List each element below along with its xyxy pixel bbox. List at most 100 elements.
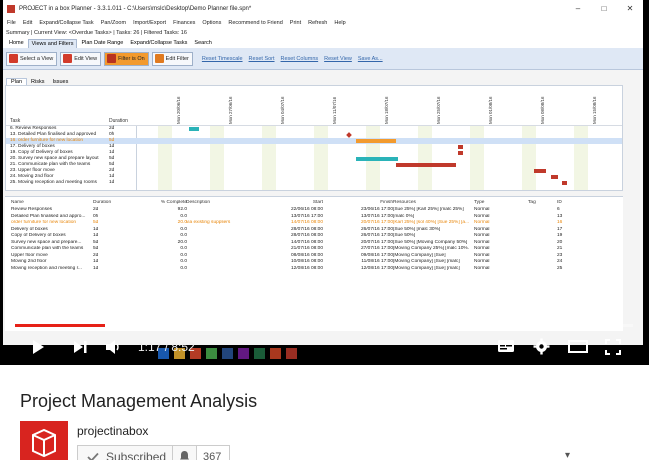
video-progress-bar[interactable] xyxy=(15,324,633,327)
menu-file[interactable]: File xyxy=(7,20,16,26)
col-name-header[interactable]: Name xyxy=(11,200,91,205)
gantt-date-label: Mon 27/06/16 xyxy=(228,96,233,124)
col-duration-header[interactable]: Duration xyxy=(93,200,123,205)
save-as-link[interactable]: Save As... xyxy=(358,56,383,62)
gantt-bar[interactable] xyxy=(458,145,463,149)
col-tag-header[interactable]: Tag xyxy=(528,200,548,205)
theater-mode-icon[interactable] xyxy=(568,340,588,353)
start-cell: 13/07/16 17:00 xyxy=(290,213,323,219)
minimize-icon[interactable]: – xyxy=(565,4,591,13)
resources-cell: [Sue 50%] [malc 30%] xyxy=(393,226,441,232)
tab-plan[interactable]: Plan xyxy=(6,78,28,85)
menu-pan-zoom[interactable]: Pan/Zoom xyxy=(101,20,126,26)
menu-recommend[interactable]: Recommend to Friend xyxy=(228,20,282,26)
menu-options[interactable]: Options xyxy=(202,20,221,26)
col-id-header[interactable]: ID xyxy=(557,200,577,205)
edit-filter-button[interactable]: Edit Filter xyxy=(151,51,193,66)
finish-cell: 11/08/16 17:00 xyxy=(361,259,393,264)
task-table[interactable]: Name Duration % Complete Description Sta… xyxy=(5,196,623,331)
gantt-bar[interactable] xyxy=(356,139,396,143)
col-complete-header[interactable]: % Complete xyxy=(155,200,187,205)
select-view-label: Select a View xyxy=(20,55,54,62)
more-options-icon[interactable]: ▾ xyxy=(565,450,570,460)
reset-timescale-link[interactable]: Reset Timescale xyxy=(202,56,243,62)
edit-view-button[interactable]: Edit View xyxy=(60,51,102,66)
gantt-bar[interactable] xyxy=(396,163,456,167)
summary-line: Summary | Current View: <Overdue Tasks> … xyxy=(3,28,643,38)
gantt-task-header[interactable]: Task xyxy=(10,118,20,124)
type-cell: Normal xyxy=(474,246,490,251)
gantt-date-label: Mon 01/08/16 xyxy=(488,96,493,124)
gantt-row[interactable]: 25. Moving reception and meeting rooms 1d xyxy=(6,180,622,186)
video-title: Project Management Analysis xyxy=(20,391,258,411)
settings-gear-icon[interactable] xyxy=(533,338,550,355)
start-cell: 08/08/16 08:00 xyxy=(290,252,323,258)
type-cell: Normal xyxy=(474,259,490,264)
tab-plan-date-range[interactable]: Plan Date Range xyxy=(78,39,126,48)
gantt-bar[interactable] xyxy=(189,127,199,131)
notification-bell-button[interactable] xyxy=(173,445,197,460)
tab-views-and-filters[interactable]: Views and Filters xyxy=(27,39,78,48)
window-titlebar: PROJECT in a box Planner - 3.3.1.011 - C… xyxy=(3,0,643,17)
gantt-bar[interactable] xyxy=(356,157,398,161)
filter-toggle-label: Filter is On xyxy=(118,55,145,62)
duration-cell: 0h xyxy=(93,213,99,219)
gantt-bar[interactable] xyxy=(534,169,546,173)
video-player[interactable]: PROJECT in a box Planner - 3.3.1.011 - C… xyxy=(0,0,649,365)
col-description-header[interactable]: Description xyxy=(186,200,256,205)
type-cell: Normal xyxy=(474,233,490,238)
col-finish-header[interactable]: Finish xyxy=(343,200,393,205)
menu-finances[interactable]: Finances xyxy=(173,20,195,26)
subtitles-icon[interactable] xyxy=(497,339,515,353)
reset-view-link[interactable]: Reset View xyxy=(324,56,352,62)
player-controls: 1:17 / 8:52 xyxy=(0,332,649,362)
menu-help[interactable]: Help xyxy=(334,20,345,26)
col-type-header[interactable]: Type xyxy=(474,200,504,205)
task-name-cell: Review Responses xyxy=(11,207,53,212)
menu-print[interactable]: Print xyxy=(290,20,301,26)
menu-refresh[interactable]: Refresh xyxy=(308,20,327,26)
task-name-cell: Detailed Plan finalised and appro... xyxy=(11,213,86,219)
id-cell: 13 xyxy=(557,213,563,219)
edit-view-icon xyxy=(63,54,73,63)
reset-sort-link[interactable]: Reset Sort xyxy=(249,56,275,62)
next-icon[interactable] xyxy=(72,339,88,355)
gantt-task-duration: 0h xyxy=(109,132,115,137)
tab-home[interactable]: Home xyxy=(6,39,27,48)
gantt-task-duration: 1d xyxy=(109,180,115,185)
finish-cell: 23/06/16 17:00 xyxy=(360,207,393,212)
channel-name[interactable]: projectinabox xyxy=(77,424,148,438)
subscribed-label: Subscribed xyxy=(106,450,167,460)
tab-expand-collapse[interactable]: Expand/Collapse Tasks xyxy=(127,39,190,48)
gantt-bar[interactable] xyxy=(458,151,463,155)
filter-toggle-button[interactable]: Filter is On xyxy=(104,51,149,66)
id-cell: 17 xyxy=(557,226,563,232)
reset-columns-link[interactable]: Reset Columns xyxy=(281,56,319,62)
gantt-bar[interactable] xyxy=(551,175,558,179)
volume-icon[interactable] xyxy=(104,338,122,356)
close-icon[interactable]: ✕ xyxy=(617,4,643,13)
percent-complete-cell: 92.0 xyxy=(177,207,187,212)
gantt-bar[interactable] xyxy=(562,181,567,185)
menu-expand-collapse[interactable]: Expand/Collapse Task xyxy=(39,20,93,26)
gantt-chart[interactable]: Task Duration Mon 20/06/16 Mon 27/06/16 … xyxy=(5,85,623,191)
gantt-duration-header[interactable]: Duration xyxy=(109,118,128,124)
col-resources-header[interactable]: Resources xyxy=(393,200,469,205)
subscribed-button[interactable]: Subscribed xyxy=(77,445,173,460)
gantt-task-duration: 2d xyxy=(109,126,115,131)
select-view-button[interactable]: Select a View xyxy=(6,51,58,66)
tab-search[interactable]: Search xyxy=(191,39,214,48)
menu-import-export[interactable]: Import/Export xyxy=(133,20,166,26)
duration-cell: 1d xyxy=(93,265,99,271)
finish-cell: 26/07/16 17:00 xyxy=(360,226,393,232)
type-cell: Normal xyxy=(474,265,490,271)
duration-cell: 1d xyxy=(93,233,99,238)
task-table-row[interactable]: Moving reception and meeting r... 1d 0.0 12… xyxy=(5,266,623,273)
channel-avatar[interactable] xyxy=(20,421,68,460)
maximize-icon[interactable]: □ xyxy=(591,4,617,13)
fullscreen-icon[interactable] xyxy=(605,339,621,355)
play-icon[interactable] xyxy=(30,339,46,355)
video-progress-played xyxy=(15,324,105,327)
col-start-header[interactable]: Start xyxy=(273,200,323,205)
menu-edit[interactable]: Edit xyxy=(23,20,32,26)
